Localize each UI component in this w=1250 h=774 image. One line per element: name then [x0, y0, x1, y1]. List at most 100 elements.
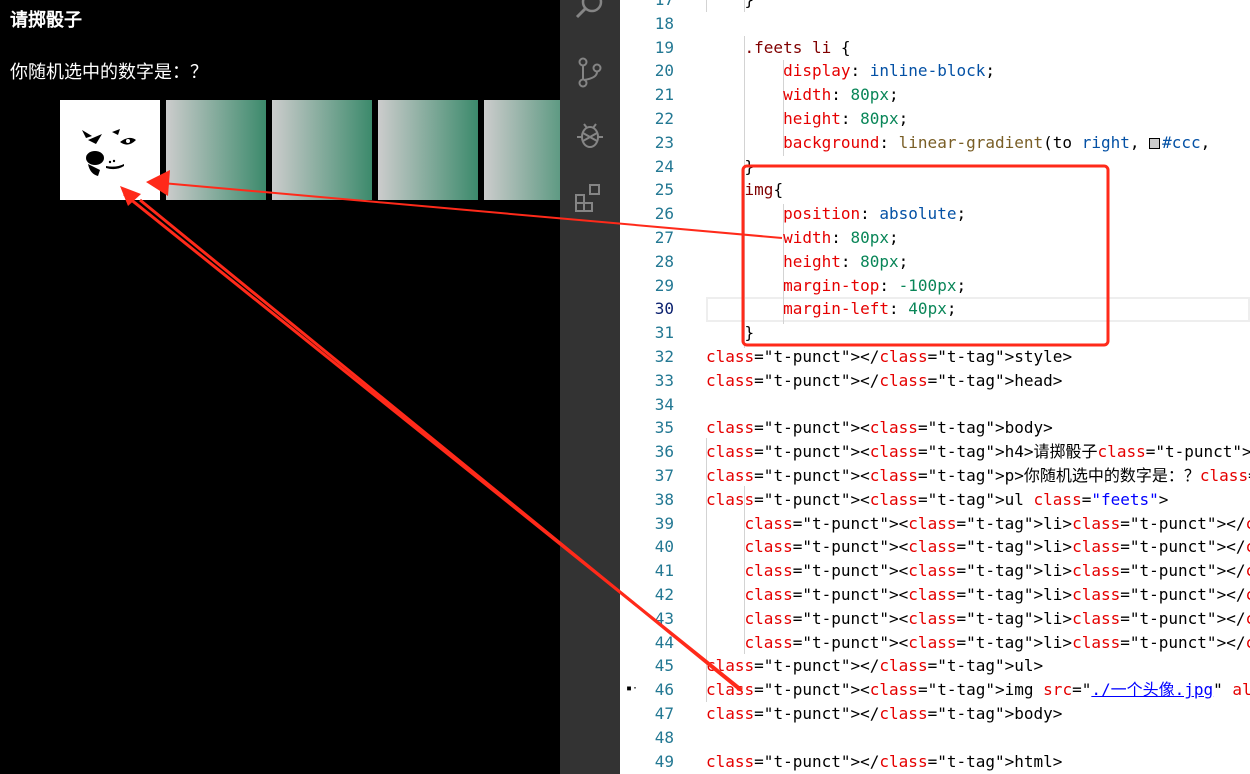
line-number: 37 [654, 466, 674, 485]
line-number: 45 [654, 656, 674, 676]
code-line[interactable]: 28 height: 80px; [620, 250, 1250, 274]
code-text: height: 80px; [783, 109, 909, 128]
code-line[interactable]: 44 class="t-punct"><class="t-tag">li>cla… [620, 631, 1250, 655]
code-line[interactable]: 27 width: 80px; [620, 226, 1250, 250]
code-text: width: 80px; [783, 228, 899, 247]
code-line[interactable]: 19 .feets li { [620, 36, 1250, 60]
line-number: 23 [654, 132, 674, 152]
line-number: 35 [654, 418, 674, 438]
line-number: 48 [654, 727, 674, 747]
line-number: 19 [654, 37, 674, 57]
source-control-icon[interactable] [574, 56, 606, 88]
code-line[interactable]: 48 [620, 726, 1250, 750]
code-line[interactable]: 31 } [620, 321, 1250, 345]
code-line[interactable]: 47 class="t-punct"></class="t-tag">body> [620, 702, 1250, 726]
debug-icon[interactable] [574, 119, 606, 151]
line-number: 20 [654, 61, 674, 81]
code-text: } [706, 156, 755, 176]
line-number: 29 [654, 275, 674, 295]
preview-heading: 请掷骰子 [10, 10, 82, 31]
code-line[interactable]: 26 position: absolute; [620, 202, 1250, 226]
code-text: class="t-punct"></class="t-tag">ul> [706, 656, 1044, 676]
code-line[interactable]: 30 margin-left: 40px; [620, 297, 1250, 321]
line-number: 40 [654, 537, 674, 557]
line-number: 41 [654, 561, 674, 581]
code-text: class="t-punct"><class="t-tag">p>你随机选中的数… [706, 466, 1250, 485]
code-line[interactable]: 39 class="t-punct"><class="t-tag">li>cla… [620, 512, 1250, 536]
code-editor[interactable]: ▪· 17 }1819 .feets li {20 display: inlin… [620, 0, 1250, 774]
code-text: display: inline-block; [783, 61, 995, 81]
code-text: margin-left: 40px; [783, 299, 957, 319]
code-text: } [706, 323, 755, 343]
code-text: position: absolute; [783, 204, 967, 224]
line-number: 31 [654, 323, 674, 343]
line-number: 39 [654, 513, 674, 533]
code-line[interactable]: 37 class="t-punct"><class="t-tag">p>你随机选中… [620, 464, 1250, 488]
code-text: class="t-punct"></class="t-tag">html> [706, 751, 1063, 771]
code-text: height: 80px; [783, 251, 909, 271]
extensions-icon[interactable] [574, 181, 606, 213]
avatar-image [60, 100, 160, 200]
code-text: margin-top: -100px; [783, 275, 967, 295]
code-text: class="t-punct"><class="t-tag">ul class=… [706, 489, 1169, 509]
line-number: 32 [654, 347, 674, 366]
code-line[interactable]: 35 class="t-punct"><class="t-tag">body> [620, 416, 1250, 440]
code-text: class="t-punct"><class="t-tag">li>class=… [744, 608, 1250, 628]
code-line[interactable]: 23 background: linear-gradient(to right,… [620, 131, 1250, 155]
code-line[interactable]: 32 class="t-punct"></class="t-tag">style> [620, 345, 1250, 369]
code-line[interactable]: 40 class="t-punct"><class="t-tag">li>cla… [620, 535, 1250, 559]
line-number: 18 [654, 13, 674, 33]
line-number: 49 [654, 751, 674, 771]
code-line[interactable]: 36 class="t-punct"><class="t-tag">h4>请掷骰子… [620, 440, 1250, 464]
code-line[interactable]: 41 class="t-punct"><class="t-tag">li>cla… [620, 559, 1250, 583]
code-line[interactable]: 21 width: 80px; [620, 83, 1250, 107]
code-line[interactable]: 46 class="t-punct"><class="t-tag">img src… [620, 678, 1250, 702]
dice-item [272, 100, 372, 200]
code-text: class="t-punct"><class="t-tag">li>class=… [744, 585, 1250, 604]
code-text: img{ [744, 180, 784, 200]
code-line[interactable]: 25 img{ [620, 178, 1250, 202]
code-text: class="t-punct"><class="t-tag">img src="… [706, 680, 1250, 700]
code-line[interactable]: 18 [620, 12, 1250, 36]
line-number: 25 [654, 180, 674, 200]
line-number: 21 [654, 85, 674, 105]
line-number: 36 [654, 442, 674, 462]
code-line[interactable]: 38 class="t-punct"><class="t-tag">ul clas… [620, 488, 1250, 512]
code-line[interactable]: 17 } [620, 0, 1250, 12]
line-number: 30 [654, 299, 674, 319]
line-number: 27 [654, 228, 674, 247]
code-text: width: 80px; [783, 85, 899, 105]
code-text: .feets li { [744, 37, 851, 57]
dice-item [378, 100, 478, 200]
code-line[interactable]: 43 class="t-punct"><class="t-tag">li>cla… [620, 607, 1250, 631]
code-text: class="t-punct"></class="t-tag">style> [706, 347, 1073, 366]
code-text: } [706, 0, 755, 12]
code-line[interactable]: 20 display: inline-block; [620, 59, 1250, 83]
dice-item [166, 100, 266, 200]
code-line[interactable]: 49 class="t-punct"></class="t-tag">html> [620, 750, 1250, 774]
code-line[interactable]: 22 height: 80px; [620, 107, 1250, 131]
code-line[interactable]: 29 margin-top: -100px; [620, 274, 1250, 298]
code-text: class="t-punct"><class="t-tag">li>class=… [744, 561, 1250, 581]
code-line[interactable]: 42 class="t-punct"><class="t-tag">li>cla… [620, 583, 1250, 607]
browser-preview: 请掷骰子 你随机选中的数字是：？ [0, 0, 560, 774]
line-number: 38 [654, 489, 674, 509]
code-text: background: linear-gradient(to right, #c… [783, 132, 1220, 152]
search-icon[interactable] [574, 0, 606, 22]
line-number: 22 [654, 109, 674, 128]
code-line[interactable]: 33 class="t-punct"></class="t-tag">head> [620, 369, 1250, 393]
line-number: 44 [654, 632, 674, 652]
line-number: 24 [654, 156, 674, 176]
activity-bar [560, 0, 620, 774]
code-line[interactable]: 24 } [620, 155, 1250, 179]
code-text: class="t-punct"><class="t-tag">li>class=… [744, 632, 1250, 652]
code-text: class="t-punct"></class="t-tag">body> [706, 704, 1063, 723]
line-number: 33 [654, 370, 674, 390]
line-number: 28 [654, 251, 674, 271]
line-number: 47 [654, 704, 674, 723]
code-line[interactable]: 34 [620, 393, 1250, 417]
dice-item [484, 100, 560, 200]
code-text: class="t-punct"><class="t-tag">li>class=… [744, 513, 1250, 533]
code-text: class="t-punct"><class="t-tag">h4>请掷骰子cl… [706, 442, 1250, 462]
code-line[interactable]: 45 class="t-punct"></class="t-tag">ul> [620, 654, 1250, 678]
